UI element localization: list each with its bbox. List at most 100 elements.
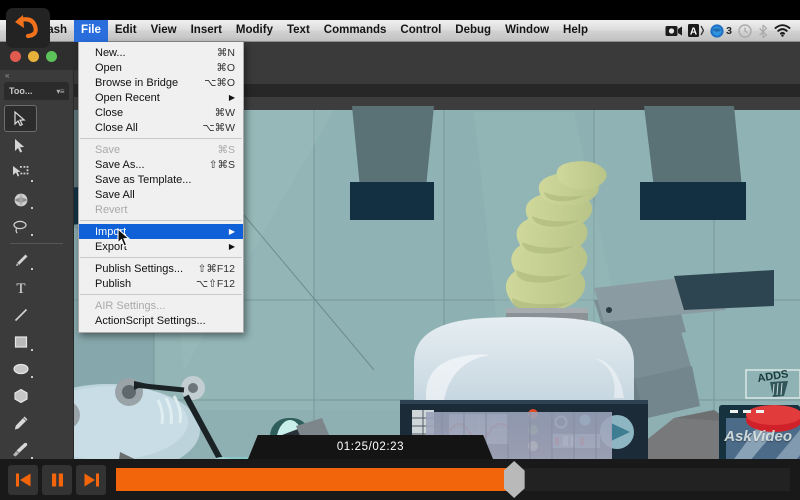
menu-item-save-as[interactable]: Save As... ⇧⌘S (79, 157, 243, 172)
wifi-icon[interactable] (774, 24, 791, 37)
menu-item-import[interactable]: Import ▶ (79, 224, 243, 239)
menu-item-publish[interactable]: Publish ⌥⇧F12 (79, 276, 243, 291)
file-menu-dropdown[interactable]: New... ⌘N Open ⌘O Browse in Bridge ⌥⌘O O… (78, 42, 244, 333)
menu-shortcut: ⌥⌘W (202, 121, 235, 134)
dropbox-count-badge: 3 (726, 24, 732, 37)
menu-divider (80, 220, 242, 221)
tools-panel-header: Too... ▾≡ (4, 82, 69, 100)
menu-divider (80, 138, 242, 139)
menu-divider (80, 294, 242, 295)
menu-label: Import (95, 225, 127, 238)
svg-text:T: T (16, 281, 25, 295)
menu-edit[interactable]: Edit (108, 20, 144, 42)
pencil-tool[interactable] (4, 409, 37, 436)
oval-tool[interactable] (4, 355, 37, 382)
skip-back-button[interactable] (8, 464, 38, 495)
menu-label: Revert (95, 203, 128, 216)
menu-label: Export (95, 240, 127, 253)
bluetooth-icon[interactable] (758, 24, 768, 38)
submenu-arrow-icon: ▶ (228, 242, 235, 251)
pen-tool[interactable] (4, 247, 37, 274)
menu-shortcut: ⇧⌘F12 (197, 262, 235, 275)
menu-item-new[interactable]: New... ⌘N (79, 45, 243, 60)
menu-commands[interactable]: Commands (317, 20, 394, 42)
menu-debug[interactable]: Debug (448, 20, 498, 42)
menu-shortcut: ⌥⌘O (204, 76, 235, 89)
menu-item-revert: Revert (79, 202, 243, 217)
menu-item-export[interactable]: Export ▶ (79, 239, 243, 254)
os-menu-bar: Flash File Edit View Insert Modify Text … (0, 19, 800, 42)
tool-more-dot (31, 376, 33, 378)
menubar-status-icons: A 3 (665, 23, 800, 38)
menu-item-browse-in-bridge[interactable]: Browse in Bridge ⌥⌘O (79, 75, 243, 90)
dropbox-icon[interactable]: 3 (710, 23, 732, 38)
menu-control[interactable]: Control (393, 20, 448, 42)
lasso-tool[interactable] (4, 213, 37, 240)
3d-rotation-tool[interactable] (4, 186, 37, 213)
free-transform-tool[interactable] (4, 159, 37, 186)
menu-file[interactable]: File (74, 19, 108, 42)
minimize-button[interactable] (28, 50, 39, 62)
menu-item-save-as-template[interactable]: Save as Template... (79, 172, 243, 187)
submenu-arrow-icon: ▶ (228, 227, 235, 236)
menu-divider (80, 257, 242, 258)
menu-item-close-all[interactable]: Close All ⌥⌘W (79, 120, 243, 135)
progress-scrubber-handle[interactable] (503, 461, 525, 498)
menu-item-open-recent[interactable]: Open Recent ▶ (79, 90, 243, 105)
tools-divider (10, 243, 63, 244)
menu-label: Save All (95, 188, 135, 201)
line-tool[interactable] (4, 301, 37, 328)
timecode-overlay: 01:25/02:23 (248, 435, 493, 459)
menu-item-open[interactable]: Open ⌘O (79, 60, 243, 75)
polystar-tool[interactable] (4, 382, 37, 409)
menu-shortcut: ⌘W (214, 106, 235, 119)
menu-label: Save (95, 143, 121, 156)
screen-record-icon[interactable] (665, 25, 683, 37)
menu-modify[interactable]: Modify (229, 20, 280, 42)
text-tool[interactable]: T (4, 274, 37, 301)
adobe-app-icon[interactable]: A (688, 24, 705, 38)
menu-label: Publish Settings... (95, 262, 184, 275)
svg-text:A: A (690, 27, 697, 38)
panel-options-menu-icon[interactable]: ▾≡ (56, 87, 64, 96)
menu-shortcut: ⇧⌘S (208, 158, 235, 171)
zoom-button[interactable] (46, 50, 57, 62)
menu-window[interactable]: Window (498, 20, 556, 42)
tool-more-dot (31, 180, 33, 182)
menu-label: ActionScript Settings... (95, 314, 206, 327)
panel-collapse-icon[interactable]: « (0, 70, 73, 80)
time-machine-icon[interactable] (738, 23, 752, 38)
tool-more-dot (31, 207, 33, 209)
menu-shortcut: ⌘O (216, 61, 235, 74)
selection-tool[interactable] (4, 105, 37, 132)
undo-arrow-logo (6, 8, 50, 48)
tool-more-dot (31, 234, 33, 236)
menu-label: Close All (95, 121, 138, 134)
progress-fill (116, 468, 514, 491)
progress-track[interactable] (116, 461, 790, 498)
screen-root: Fl « Too... ▾≡ (0, 0, 800, 500)
menu-label: Save as Template... (95, 173, 192, 186)
askvideo-watermark: AskVideo (724, 428, 792, 445)
menu-shortcut: ⌘S (217, 143, 235, 156)
menu-label: New... (95, 46, 126, 59)
undo-arrow-icon (15, 15, 38, 39)
subselection-tool[interactable] (4, 132, 37, 159)
menu-shortcut: ⌘N (216, 46, 235, 59)
skip-forward-button[interactable] (76, 464, 106, 495)
menu-item-close[interactable]: Close ⌘W (79, 105, 243, 120)
menu-item-actionscript-settings[interactable]: ActionScript Settings... (79, 313, 243, 328)
menu-item-save-all[interactable]: Save All (79, 187, 243, 202)
close-button[interactable] (10, 50, 21, 62)
menu-view[interactable]: View (144, 20, 184, 42)
menu-help[interactable]: Help (556, 20, 595, 42)
tool-more-dot (31, 268, 33, 270)
menu-label: Save As... (95, 158, 145, 171)
menu-label: Open Recent (95, 91, 160, 104)
menu-insert[interactable]: Insert (184, 20, 229, 42)
menu-text[interactable]: Text (280, 20, 317, 42)
rectangle-tool[interactable] (4, 328, 37, 355)
pause-button[interactable] (42, 464, 72, 495)
tool-more-dot (31, 349, 33, 351)
menu-item-publish-settings[interactable]: Publish Settings... ⇧⌘F12 (79, 261, 243, 276)
